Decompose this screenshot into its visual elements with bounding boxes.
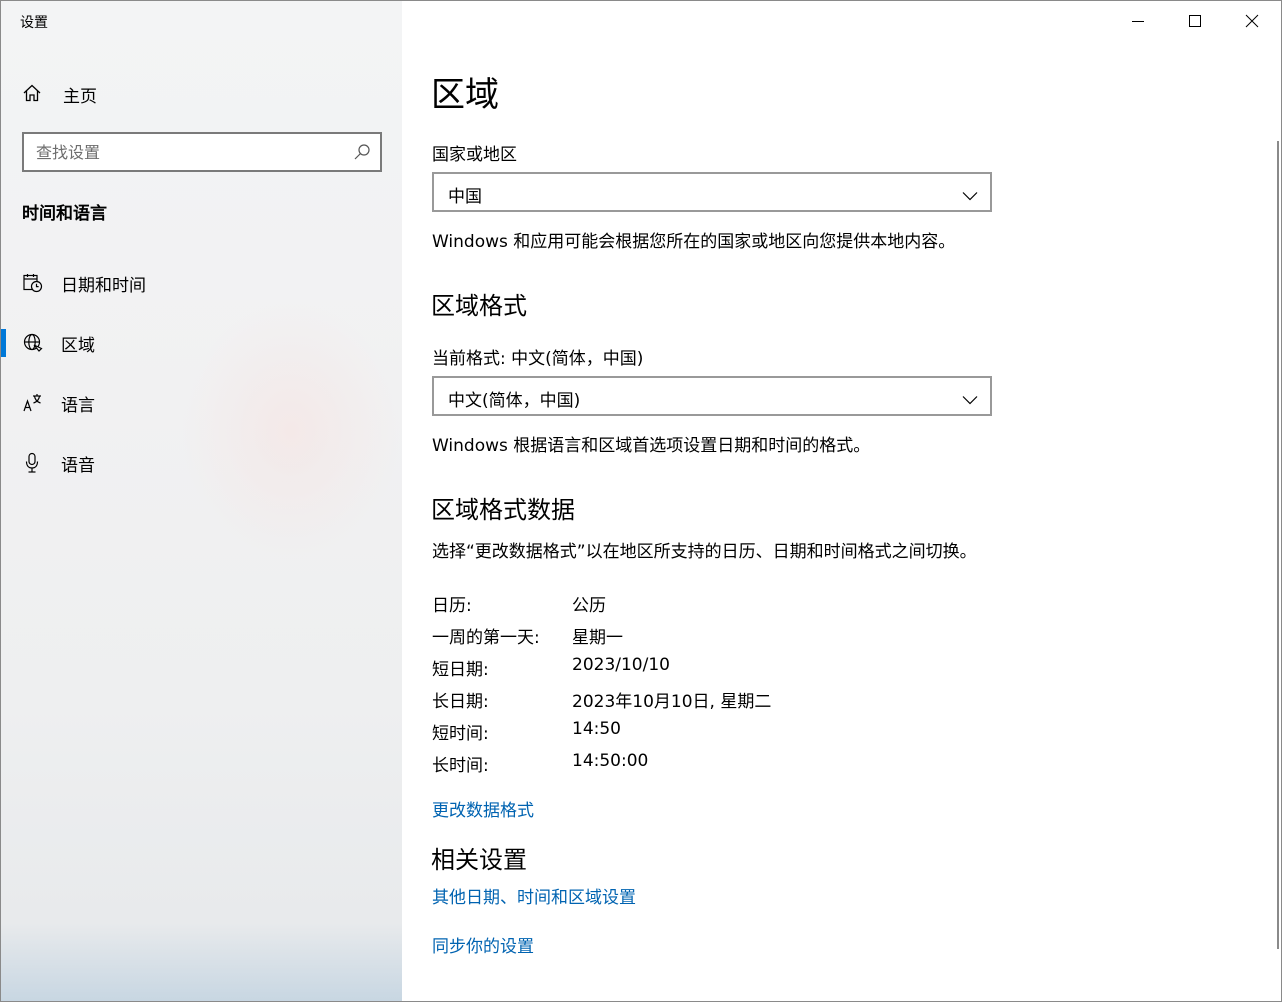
language-icon [22,392,44,414]
related-settings-heading: 相关设置 [431,846,527,874]
nav-home[interactable]: 主页 [1,73,402,113]
format-heading: 区域格式 [431,292,527,320]
format-data-heading: 区域格式数据 [431,496,575,524]
sidebar-item-label: 区域 [61,336,95,356]
home-icon [22,83,42,103]
change-data-format-link[interactable]: 更改数据格式 [432,796,534,821]
country-description: Windows 和应用可能会根据您所在的国家或地区向您提供本地内容。 [432,232,956,252]
search-icon[interactable] [353,143,371,161]
country-dropdown[interactable]: 中国 [432,172,992,212]
sidebar-item-language[interactable]: 语言 [1,381,402,425]
format-dropdown[interactable]: 中文(简体，中国) [432,376,992,416]
sidebar-item-label: 语音 [61,456,95,476]
selection-indicator [1,329,6,357]
nav-home-label: 主页 [63,87,97,107]
sync-settings-link[interactable]: 同步你的设置 [432,932,534,957]
calendar-key: 日历: [432,596,472,616]
sidebar-item-speech[interactable]: 语音 [1,441,402,485]
main-content: 区域 国家或地区 中国 Windows 和应用可能会根据您所在的国家或地区向您提… [402,1,1281,1001]
country-value: 中国 [448,187,482,207]
search-input[interactable] [36,140,336,164]
search-box[interactable] [22,132,382,172]
additional-date-time-region-link[interactable]: 其他日期、时间和区域设置 [432,883,636,908]
sidebar-item-region[interactable]: 区域 [1,321,402,365]
long-time-value: 14:50:00 [572,751,649,771]
chevron-down-icon [962,390,978,409]
sidebar-item-label: 日期和时间 [61,276,146,296]
calendar-clock-icon [22,272,44,294]
long-date-key: 长日期: [432,692,489,712]
calendar-value: 公历 [572,596,606,616]
scrollbar[interactable] [1277,141,1279,949]
format-data-description: 选择“更改数据格式”以在地区所支持的日历、日期和时间格式之间切换。 [432,542,977,562]
chevron-down-icon [962,186,978,205]
section-title: 时间和语言 [22,204,107,224]
sidebar: 设置 主页 时间和语言 [1,1,402,1001]
long-date-value: 2023年10月10日, 星期二 [572,692,772,712]
globe-icon [22,332,44,354]
sidebar-item-date-time[interactable]: 日期和时间 [1,261,402,305]
country-label: 国家或地区 [432,145,517,165]
short-date-key: 短日期: [432,660,489,680]
format-description: Windows 根据语言和区域首选项设置日期和时间的格式。 [432,436,871,456]
short-date-value: 2023/10/10 [572,655,670,675]
first-day-value: 星期一 [572,628,623,648]
microphone-icon [22,452,44,474]
app-title: 设置 [20,15,48,31]
settings-window: 设置 主页 时间和语言 [0,0,1282,1002]
long-time-key: 长时间: [432,756,489,776]
format-value: 中文(简体，中国) [448,391,581,411]
current-format-label: 当前格式: 中文(简体，中国) [432,349,644,369]
sidebar-item-label: 语言 [61,396,95,416]
first-day-key: 一周的第一天: [432,628,540,648]
short-time-value: 14:50 [572,719,621,739]
short-time-key: 短时间: [432,724,489,744]
page-title: 区域 [431,75,499,115]
